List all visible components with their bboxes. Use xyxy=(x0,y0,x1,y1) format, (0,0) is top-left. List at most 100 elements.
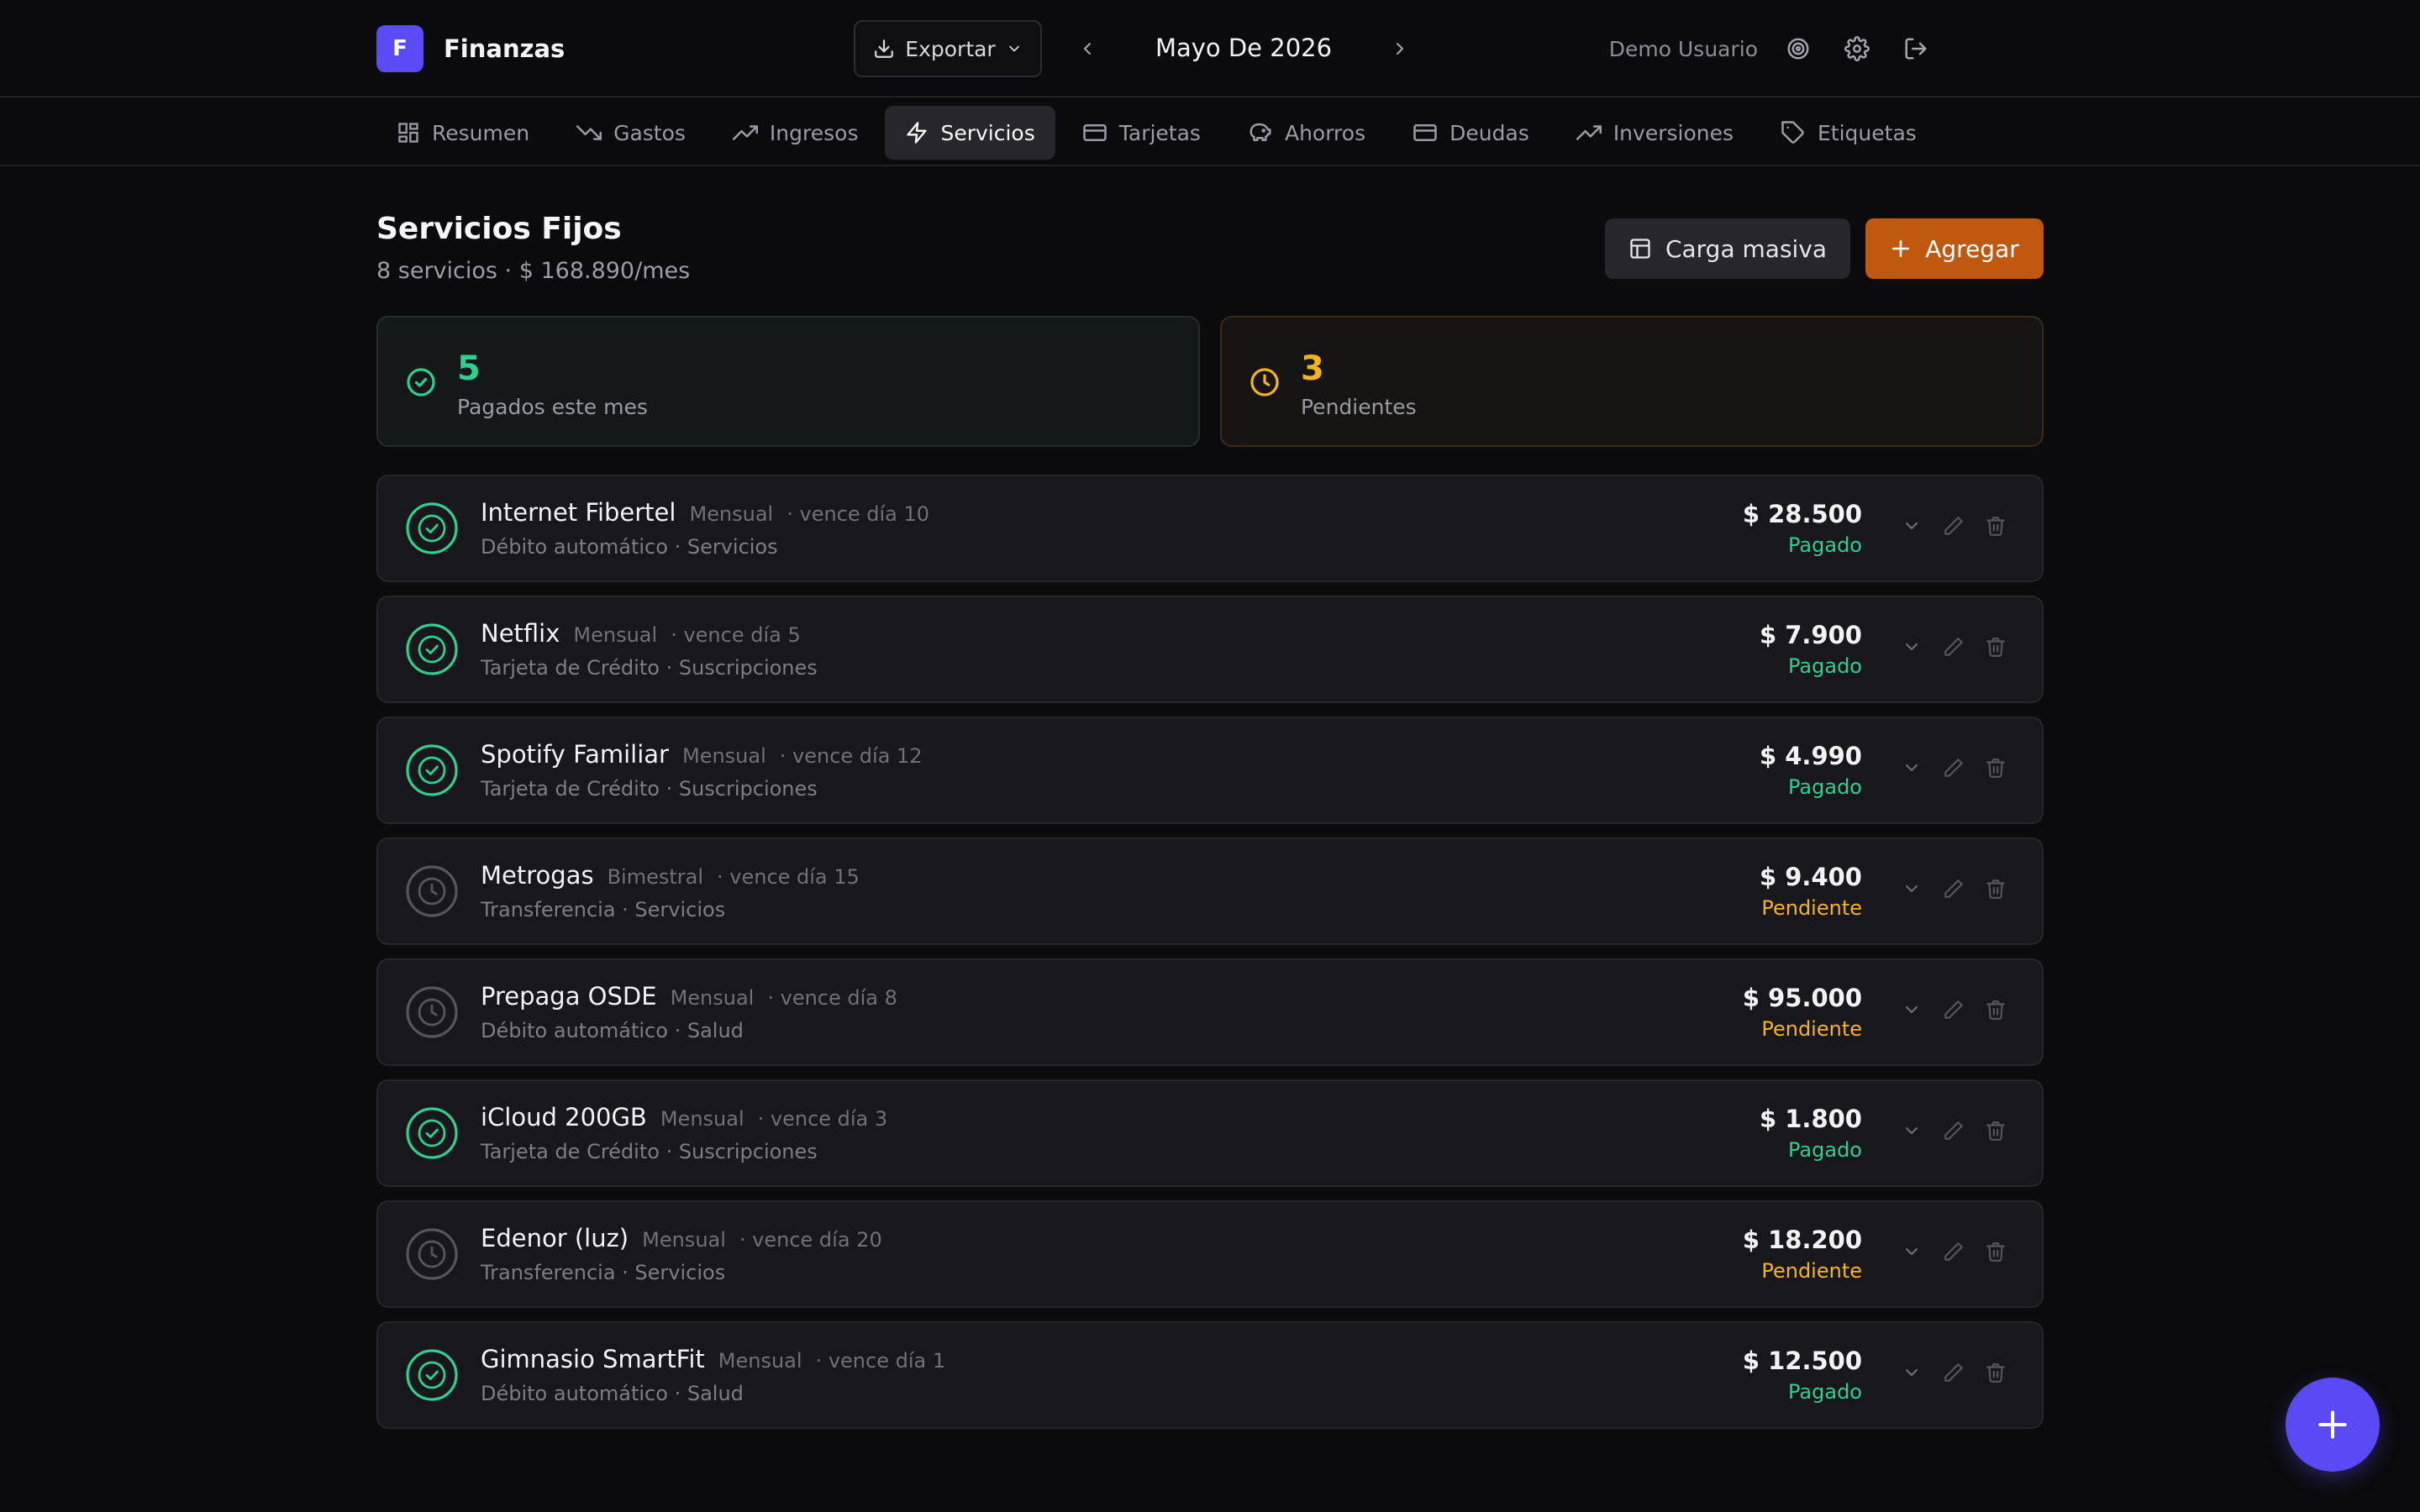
export-button[interactable]: Exportar xyxy=(854,20,1042,77)
status-badge: Pagado xyxy=(1788,775,1862,799)
service-amount: $ 1.800 xyxy=(1759,1105,1862,1133)
trash-icon[interactable] xyxy=(1983,513,2008,538)
pencil-icon[interactable] xyxy=(1941,1239,1966,1264)
pencil-icon[interactable] xyxy=(1941,876,1966,901)
separator: · xyxy=(659,1140,679,1163)
chevron-down-icon[interactable] xyxy=(1899,1118,1924,1143)
tab-ingresos[interactable]: Ingresos xyxy=(713,106,879,160)
row-actions xyxy=(1899,1239,2008,1264)
service-details: Tarjeta de Crédito · Suscripciones xyxy=(481,777,818,801)
service-due-date: · vence día 1 xyxy=(815,1349,946,1373)
pencil-icon[interactable] xyxy=(1941,1118,1966,1143)
trash-icon[interactable] xyxy=(1983,1118,2008,1143)
chevron-down-icon xyxy=(1006,40,1023,57)
service-title-line: Gimnasio SmartFit Mensual · vence día 1 xyxy=(481,1345,945,1373)
service-amount-block: $ 12.500 Pagado xyxy=(1743,1347,1862,1404)
service-frequency: Mensual xyxy=(718,1349,802,1373)
service-title-line: Internet Fibertel Mensual · vence día 10 xyxy=(481,498,929,527)
chevron-down-icon[interactable] xyxy=(1899,997,1924,1022)
row-actions xyxy=(1899,876,2008,901)
tab-resumen[interactable]: Resumen xyxy=(376,106,550,160)
service-amount: $ 28.500 xyxy=(1742,500,1862,528)
service-category: Servicios xyxy=(634,898,726,921)
separator: · xyxy=(667,1382,687,1405)
service-row[interactable]: Internet Fibertel Mensual · vence día 10 Dé… xyxy=(376,475,2044,582)
trash-icon[interactable] xyxy=(1983,755,2008,780)
service-amount-block: $ 18.200 Pendiente xyxy=(1743,1226,1862,1283)
pencil-icon[interactable] xyxy=(1941,513,1966,538)
service-row[interactable]: Spotify Familiar Mensual · vence día 12 Tar… xyxy=(376,717,2044,824)
next-month-button[interactable] xyxy=(1383,32,1417,66)
pending-summary-card: 3 Pendientes xyxy=(1220,316,2044,447)
pencil-icon[interactable] xyxy=(1941,1360,1966,1385)
row-actions xyxy=(1899,513,2008,538)
tab-deudas[interactable]: Deudas xyxy=(1392,106,1549,160)
logout-icon[interactable] xyxy=(1899,32,1933,66)
trash-icon[interactable] xyxy=(1983,634,2008,659)
clock-icon[interactable] xyxy=(405,985,459,1039)
bulk-load-button[interactable]: Carga masiva xyxy=(1605,218,1850,279)
target-icon[interactable] xyxy=(1781,32,1815,66)
service-name: Edenor (luz) xyxy=(481,1224,629,1252)
chevron-down-icon[interactable] xyxy=(1899,1360,1924,1385)
service-row[interactable]: Prepaga OSDE Mensual · vence día 8 Débito a… xyxy=(376,958,2044,1066)
floating-add-button[interactable] xyxy=(2286,1378,2380,1472)
credit-card-icon xyxy=(1083,124,1107,141)
service-amount: $ 9.400 xyxy=(1759,863,1862,891)
trash-icon[interactable] xyxy=(1983,997,2008,1022)
chevron-down-icon[interactable] xyxy=(1899,634,1924,659)
service-amount-block: $ 4.990 Pagado xyxy=(1760,742,1862,799)
tab-servicios[interactable]: Servicios xyxy=(885,106,1055,160)
tab-gastos[interactable]: Gastos xyxy=(556,106,706,160)
check-circle-icon[interactable] xyxy=(405,743,459,797)
pencil-icon[interactable] xyxy=(1941,997,1966,1022)
service-name: Spotify Familiar xyxy=(481,740,669,769)
status-badge: Pagado xyxy=(1788,1380,1862,1404)
tab-label: Etiquetas xyxy=(1818,120,1917,145)
service-name: Prepaga OSDE xyxy=(481,982,657,1011)
tab-inversiones[interactable]: Inversiones xyxy=(1556,106,1754,160)
service-amount: $ 95.000 xyxy=(1742,984,1862,1012)
previous-month-button[interactable] xyxy=(1071,32,1104,66)
tab-etiquetas[interactable]: Etiquetas xyxy=(1760,106,1937,160)
status-badge: Pendiente xyxy=(1761,896,1862,920)
service-row[interactable]: Netflix Mensual · vence día 5 Tarjeta de Cr… xyxy=(376,596,2044,703)
trash-icon[interactable] xyxy=(1983,1239,2008,1264)
gear-icon[interactable] xyxy=(1840,32,1874,66)
check-circle-icon[interactable] xyxy=(405,501,459,555)
service-row[interactable]: Gimnasio SmartFit Mensual · vence día 1 Déb… xyxy=(376,1321,2044,1429)
chevron-left-icon xyxy=(1084,43,1091,55)
service-row[interactable]: Edenor (luz) Mensual · vence día 20 Transfe… xyxy=(376,1200,2044,1308)
service-amount: $ 4.990 xyxy=(1759,742,1862,770)
trash-icon[interactable] xyxy=(1983,1360,2008,1385)
check-circle-icon[interactable] xyxy=(405,622,459,676)
service-name: Gimnasio SmartFit xyxy=(481,1345,705,1373)
pencil-icon[interactable] xyxy=(1941,755,1966,780)
chevron-down-icon[interactable] xyxy=(1899,1239,1924,1264)
chevron-down-icon[interactable] xyxy=(1899,876,1924,901)
service-amount-block: $ 7.900 Pagado xyxy=(1760,621,1862,678)
clock-icon[interactable] xyxy=(405,864,459,918)
add-button[interactable]: Agregar xyxy=(1865,218,2044,279)
service-row[interactable]: Metrogas Bimestral · vence día 15 Transfere… xyxy=(376,837,2044,945)
payment-method: Débito automático xyxy=(481,535,668,559)
pencil-icon[interactable] xyxy=(1941,634,1966,659)
trending-down-icon xyxy=(576,125,602,140)
clock-icon[interactable] xyxy=(405,1227,459,1281)
chevron-down-icon[interactable] xyxy=(1899,755,1924,780)
brand[interactable]: F Finanzas xyxy=(376,25,565,72)
separator: · xyxy=(659,777,679,801)
check-circle-icon[interactable] xyxy=(405,1106,459,1160)
service-amount-block: $ 1.800 Pagado xyxy=(1760,1105,1862,1162)
payment-method: Débito automático xyxy=(481,1019,668,1042)
pending-label: Pendientes xyxy=(1301,395,1417,419)
tab-tarjetas[interactable]: Tarjetas xyxy=(1062,106,1221,160)
check-circle-icon[interactable] xyxy=(405,1348,459,1402)
service-due-date: · vence día 15 xyxy=(717,865,860,889)
tab-label: Deudas xyxy=(1449,120,1529,145)
row-actions xyxy=(1899,1118,2008,1143)
chevron-down-icon[interactable] xyxy=(1899,513,1924,538)
trash-icon[interactable] xyxy=(1983,876,2008,901)
service-row[interactable]: iCloud 200GB Mensual · vence día 3 Tarjeta … xyxy=(376,1079,2044,1187)
tab-ahorros[interactable]: Ahorros xyxy=(1228,106,1386,160)
